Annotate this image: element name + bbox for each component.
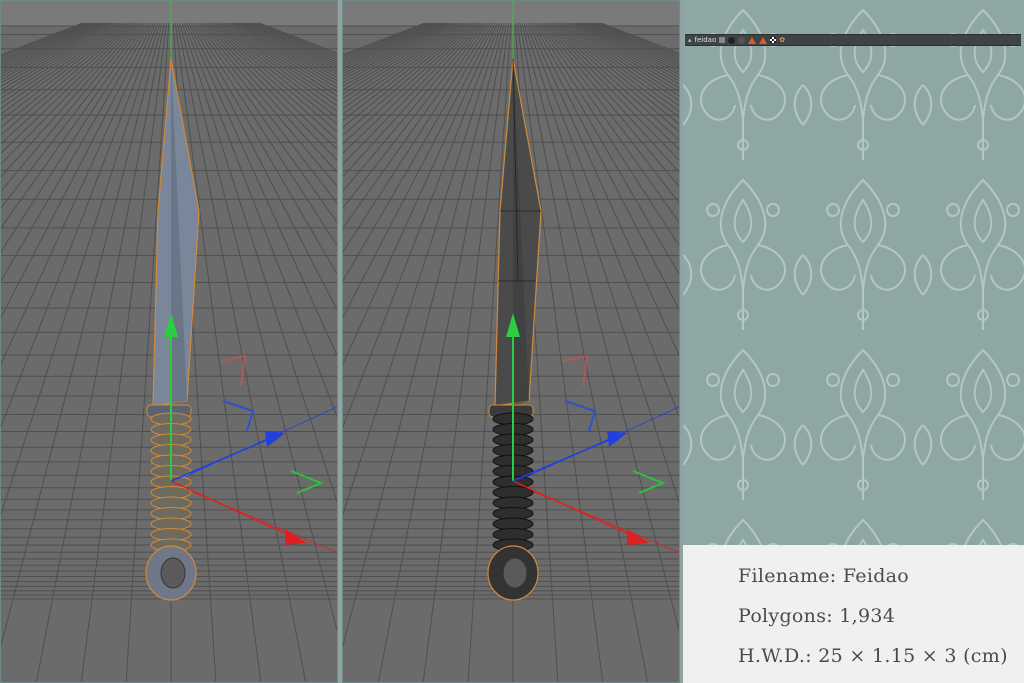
viewport-canvas[interactable] xyxy=(343,1,680,683)
sphere-icon[interactable] xyxy=(728,36,736,44)
texture-icon[interactable]: ✿ xyxy=(779,35,785,45)
pommel-hole xyxy=(160,557,186,589)
viewport-wireframe[interactable] xyxy=(342,0,680,683)
horizon-sky xyxy=(343,1,679,26)
checker-icon[interactable] xyxy=(770,37,777,43)
cone-icon[interactable] xyxy=(748,36,757,44)
object-name-label[interactable]: feidao xyxy=(695,35,717,45)
viewport-shaded[interactable] xyxy=(0,0,338,683)
pommel-hole xyxy=(502,557,528,589)
preview-panel: ▴ feidao ✿ Filename: Feidao Polygons: 1,… xyxy=(683,0,1024,683)
object-icon[interactable]: ▴ xyxy=(688,35,692,45)
dimensions-text: H.W.D.: 25 × 1.15 × 3 (cm) xyxy=(738,645,1008,667)
filename-text: Filename: Feidao xyxy=(738,565,910,587)
polygons-text: Polygons: 1,934 xyxy=(738,605,896,627)
sphere-icon[interactable] xyxy=(738,36,746,44)
horizon-sky xyxy=(1,1,337,26)
damask-background: ▴ feidao ✿ xyxy=(683,0,1024,545)
render-toolbar[interactable]: ▴ feidao ✿ xyxy=(685,34,1021,46)
cone-icon[interactable] xyxy=(759,36,768,44)
info-panel: Filename: Feidao Polygons: 1,934 H.W.D.:… xyxy=(683,545,1024,683)
viewport-canvas[interactable] xyxy=(1,1,338,683)
damask-pattern-image xyxy=(683,0,1024,545)
material-icon[interactable] xyxy=(719,37,726,43)
